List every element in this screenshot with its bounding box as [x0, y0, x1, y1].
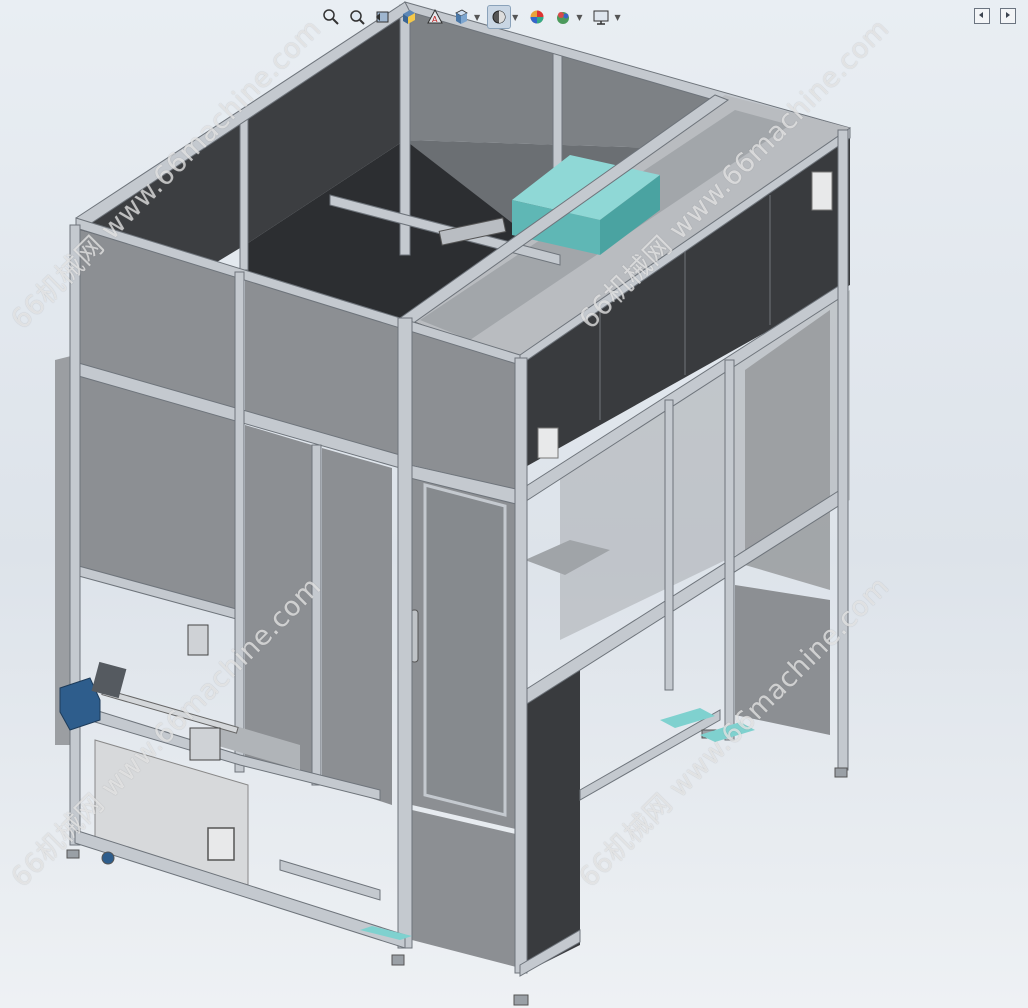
right-panel-lower — [735, 585, 830, 735]
heads-up-view-toolbar: A ▼ ▼ ▼ ▼ — [320, 4, 625, 30]
graphics-area[interactable]: A ▼ ▼ ▼ ▼ 66机械网 www.66machine.com 66机械网 … — [0, 0, 1028, 1008]
zoom-to-area-icon — [350, 10, 365, 25]
hide-show-items-button[interactable] — [526, 6, 548, 28]
edit-appearance-icon — [557, 12, 570, 24]
view-settings-caret-icon[interactable]: ▼ — [614, 13, 620, 22]
view-orientation-caret-icon[interactable]: ▼ — [474, 13, 480, 22]
expand-right-pane-icon[interactable] — [1000, 8, 1016, 24]
right-lower-dark-panel — [520, 665, 580, 975]
post-back-left — [239, 109, 249, 271]
display-style-icon — [492, 10, 506, 24]
machine-enclosure-model[interactable] — [0, 0, 1028, 1008]
zoom-to-fit-icon — [323, 9, 339, 25]
svg-text:A: A — [432, 15, 438, 24]
view-orientation-button[interactable] — [450, 6, 472, 28]
section-view-button[interactable] — [398, 6, 420, 28]
display-style-caret-icon[interactable]: ▼ — [512, 13, 518, 22]
post-right-corner — [514, 357, 528, 974]
base-frame-inner — [279, 859, 381, 901]
edit-appearance-caret-icon[interactable]: ▼ — [576, 13, 582, 22]
view-orientation-icon — [455, 9, 468, 24]
previous-view-icon — [376, 11, 389, 23]
dynamic-annotation-icon: A — [427, 8, 443, 24]
hide-show-items-icon — [530, 10, 544, 24]
cabinet-label-plate — [537, 427, 559, 459]
post-right-mid — [724, 359, 735, 741]
bottom-frame-side — [579, 709, 721, 801]
view-settings-icon — [593, 10, 609, 25]
view-settings-button[interactable] — [590, 6, 612, 28]
pane-buttons — [974, 8, 1016, 24]
cabinet-label-plate-2 — [811, 171, 833, 211]
lower-front-panel — [412, 810, 520, 968]
carriage-block — [187, 624, 209, 656]
post-front-left-2 — [234, 271, 245, 773]
post-right-mid-2 — [664, 399, 674, 691]
zoom-to-area-button[interactable] — [346, 6, 368, 28]
side-door-inner — [423, 483, 507, 817]
post-front-left — [69, 224, 81, 846]
front-door-right — [322, 448, 392, 805]
section-view-icon — [403, 10, 415, 24]
post-right-back — [837, 129, 849, 771]
edit-appearance-button[interactable] — [552, 6, 574, 28]
dynamic-annotation-button[interactable]: A — [424, 6, 446, 28]
zoom-to-fit-button[interactable] — [320, 6, 342, 28]
end-block — [189, 727, 221, 761]
display-style-button[interactable] — [487, 5, 512, 29]
electrical-box-window — [207, 827, 235, 861]
previous-view-button[interactable] — [372, 6, 394, 28]
collapse-left-pane-icon[interactable] — [974, 8, 990, 24]
post-front-center — [311, 444, 322, 786]
post-front-corner — [397, 317, 413, 949]
front-door-left — [245, 425, 312, 780]
